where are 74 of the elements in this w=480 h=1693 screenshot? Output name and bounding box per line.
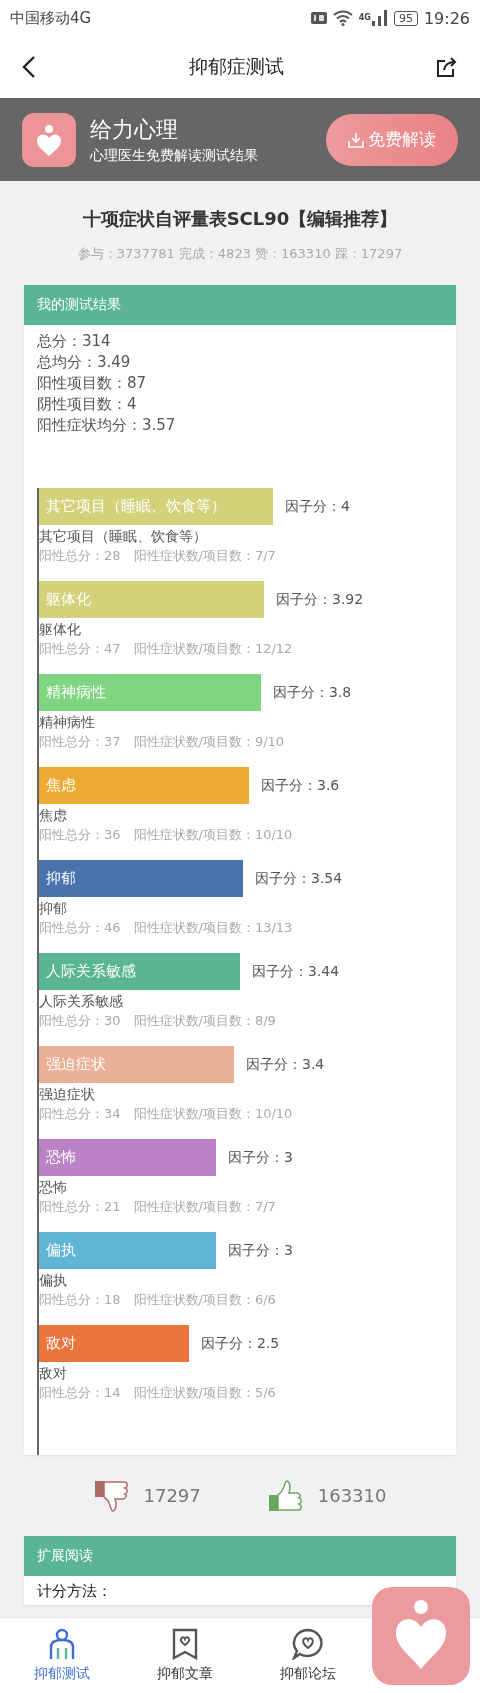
factor-score: 因子分：3.44 [252,962,340,981]
brand-name: 给力心理 [90,115,179,144]
factor-name: 强迫症状 [39,1085,96,1104]
page-title: 抑郁症测试 [187,54,285,79]
network-label: 4G [358,12,371,22]
factor-name: 精神病性 [39,713,96,732]
chat-heart-icon [290,1628,325,1660]
factor-name: 焦虑 [39,806,68,825]
factor-bar: 恐怖 [39,1139,216,1176]
factor-detail: 阳性总分：47 阳性症状数/项目数：12/12 [39,640,294,658]
factor-bar: 偏执 [39,1232,216,1269]
heart-logo-icon[interactable] [372,1587,470,1685]
like-count: 163310 [317,1485,387,1506]
tab-item[interactable]: 抑郁测试 [0,1618,123,1693]
summary-line: 总分：314 [37,331,112,352]
clock-time: 19:26 [423,8,470,28]
factor-name: 人际关系敏感 [39,992,124,1011]
factor-detail: 阳性总分：46 阳性症状数/项目数：13/13 [39,919,294,937]
thumbs-down-icon[interactable] [93,1478,130,1513]
factor-detail: 阳性总分：14 阳性症状数/项目数：5/6 [39,1384,277,1402]
factor-score: 因子分：3.54 [255,869,343,888]
hd-icon [310,12,327,24]
factor-name: 敌对 [39,1364,68,1383]
factor-score: 因子分：3.6 [261,776,340,795]
factor-score: 因子分：3.8 [273,683,352,702]
factor-score: 因子分：3 [228,1148,293,1167]
factor-bar: 强迫症状 [39,1046,234,1083]
factor-name: 其它项目（睡眠、饮食等） [39,527,208,546]
summary-line: 总均分：3.49 [37,352,132,373]
factor-name: 抑郁 [39,899,68,918]
factor-bar: 焦虑 [39,767,249,804]
factor-score: 因子分：3.4 [246,1055,325,1074]
download-icon [348,131,364,148]
factor-bar: 精神病性 [39,674,261,711]
bookmark-heart-icon [170,1628,199,1660]
signal-icon [371,10,388,26]
factor-name: 偏执 [39,1271,68,1290]
battery-level: 95 [393,10,418,26]
card-header: 我的测试结果 [24,285,456,325]
factor-bar: 敌对 [39,1325,189,1362]
back-icon[interactable] [22,55,36,79]
banner-subtitle: 心理医生免费解读测试结果 [90,146,259,165]
card-header: 扩展阅读 [24,1536,456,1576]
factor-detail: 阳性总分：21 阳性症状数/项目数：7/7 [39,1198,277,1216]
factor-detail: 阳性总分：18 阳性症状数/项目数：6/6 [39,1291,277,1309]
share-icon[interactable] [436,56,458,78]
factor-score: 因子分：3 [228,1241,293,1260]
summary-line: 阳性症状均分：3.57 [37,415,177,436]
factor-name: 躯体化 [39,620,82,639]
factor-score: 因子分：3.92 [276,590,364,609]
factor-bar: 人际关系敏感 [39,953,240,990]
factor-detail: 阳性总分：28 阳性症状数/项目数：7/7 [39,547,277,565]
factor-detail: 阳性总分：37 阳性症状数/项目数：9/10 [39,733,286,751]
test-stats: 参与：3737781 完成：4823 赞：163310 踩：17297 [76,245,404,263]
factor-detail: 阳性总分：34 阳性症状数/项目数：10/10 [39,1105,294,1123]
scoring-method-heading: 计分方法： [36,1581,113,1602]
factor-bar: 抑郁 [39,860,243,897]
heart-logo-icon [22,112,76,167]
tab-item[interactable]: 抑郁文章 [123,1618,246,1693]
factor-detail: 阳性总分：30 阳性症状数/项目数：8/9 [39,1012,277,1030]
factor-bar: 躯体化 [39,581,264,618]
wifi-icon [332,10,353,26]
test-title: 十项症状自评量表SCL90【编辑推荐】 [81,207,399,231]
carrier-name: 中国移动4G [10,8,92,28]
factor-bar: 其它项目（睡眠、饮食等） [39,488,273,525]
summary-line: 阴性项目数：4 [37,394,138,415]
tab-item[interactable]: 抑郁论坛 [246,1618,369,1693]
factor-score: 因子分：2.5 [201,1334,280,1353]
factor-score: 因子分：4 [285,497,350,516]
factor-name: 恐怖 [39,1178,68,1197]
thumbs-up-icon[interactable] [267,1478,304,1513]
dislike-count: 17297 [143,1485,201,1506]
factor-detail: 阳性总分：36 阳性症状数/项目数：10/10 [39,826,294,844]
summary-line: 阳性项目数：87 [37,373,148,394]
